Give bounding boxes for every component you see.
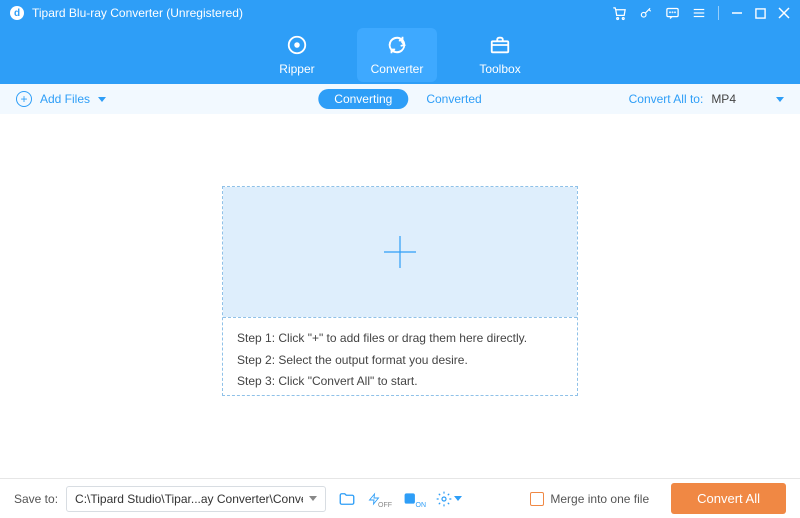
chevron-down-icon (454, 496, 462, 501)
save-to-label: Save to: (14, 492, 58, 506)
convert-all-to-label: Convert All to: (629, 92, 704, 106)
gpu-button[interactable]: ON (402, 486, 428, 512)
converter-icon (386, 34, 408, 56)
convert-all-button[interactable]: Convert All (671, 483, 786, 514)
maximize-button[interactable] (755, 8, 766, 19)
drop-zone[interactable] (223, 187, 577, 317)
tab-converting[interactable]: Converting (318, 89, 408, 109)
nav-toolbox-label: Toolbox (479, 62, 520, 76)
step-2: Step 2: Select the output format you des… (237, 350, 563, 372)
settings-button[interactable] (436, 486, 462, 512)
close-button[interactable] (778, 7, 790, 19)
minimize-button[interactable] (731, 7, 743, 19)
nav-converter[interactable]: Converter (357, 28, 438, 82)
sub-toolbar: + Add Files Converting Converted Convert… (0, 84, 800, 114)
content-area: Step 1: Click "+" to add files or drag t… (0, 114, 800, 478)
lightning-button[interactable]: OFF (368, 486, 394, 512)
nav-converter-label: Converter (371, 62, 424, 76)
drop-box: Step 1: Click "+" to add files or drag t… (222, 186, 578, 396)
system-buttons (612, 6, 790, 21)
app-logo-icon: d (10, 6, 24, 20)
nav-ripper[interactable]: Ripper (265, 28, 328, 82)
main-nav: Ripper Converter Toolbox (0, 26, 800, 84)
chevron-down-icon (98, 97, 106, 102)
nav-toolbox[interactable]: Toolbox (465, 28, 534, 82)
step-1: Step 1: Click "+" to add files or drag t… (237, 328, 563, 350)
window-title: Tipard Blu-ray Converter (Unregistered) (32, 6, 243, 20)
chevron-down-icon (309, 496, 317, 501)
add-files-label: Add Files (40, 92, 90, 106)
key-icon[interactable] (639, 6, 653, 20)
output-format-value: MP4 (711, 92, 736, 106)
nav-ripper-label: Ripper (279, 62, 314, 76)
footer-bar: Save to: C:\Tipard Studio\Tipar...ay Con… (0, 478, 800, 518)
output-format-select[interactable]: MP4 (711, 92, 784, 106)
merge-label: Merge into one file (550, 492, 649, 506)
menu-icon[interactable] (692, 6, 706, 20)
instruction-steps: Step 1: Click "+" to add files or drag t… (223, 318, 577, 403)
chevron-down-icon (776, 97, 784, 102)
step-3: Step 3: Click "Convert All" to start. (237, 371, 563, 393)
checkbox-icon (530, 492, 544, 506)
add-files-button[interactable]: + Add Files (16, 91, 106, 107)
browse-folder-button[interactable] (334, 486, 360, 512)
save-path-value: C:\Tipard Studio\Tipar...ay Converter\Co… (75, 492, 303, 506)
save-path-input[interactable]: C:\Tipard Studio\Tipar...ay Converter\Co… (66, 486, 326, 512)
ripper-icon (286, 34, 308, 56)
tab-converted[interactable]: Converted (426, 92, 481, 106)
big-plus-icon (380, 232, 420, 272)
cart-icon[interactable] (612, 6, 627, 21)
merge-checkbox[interactable]: Merge into one file (530, 492, 649, 506)
plus-circle-icon: + (16, 91, 32, 107)
titlebar: d Tipard Blu-ray Converter (Unregistered… (0, 0, 800, 26)
feedback-icon[interactable] (665, 6, 680, 21)
toolbox-icon (489, 34, 511, 56)
